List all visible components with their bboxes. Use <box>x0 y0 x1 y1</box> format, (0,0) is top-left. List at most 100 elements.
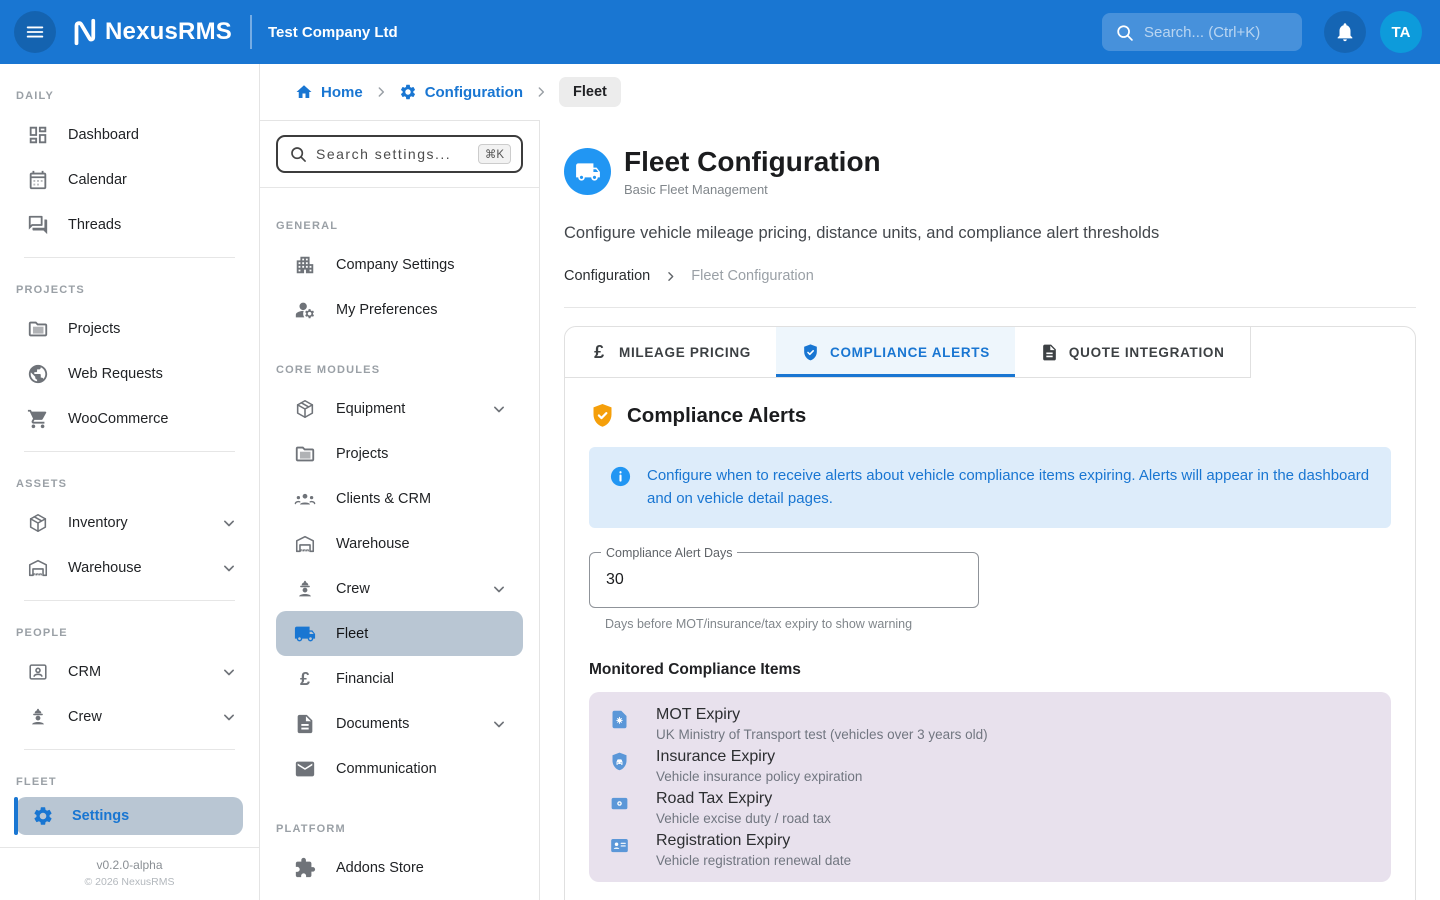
fleet-truck-badge <box>564 148 611 195</box>
user-avatar[interactable]: TA <box>1380 11 1422 53</box>
sub-breadcrumb-current: Fleet Configuration <box>691 268 814 284</box>
field-helper-text: Days before MOT/insurance/tax expiry to … <box>605 617 1391 631</box>
compliance-item-description: UK Ministry of Transport test (vehicles … <box>656 727 988 742</box>
bell-icon <box>1334 21 1356 43</box>
keyboard-shortcut-chip: ⌘K <box>478 144 511 164</box>
document-icon <box>294 713 316 735</box>
primary-sidebar: DAILY Dashboard Calendar Threads PROJECTS Pro… <box>0 64 260 900</box>
sidebar-bottom: Settings v0.2.0-alpha © 2026 NexusRMS <box>0 789 259 900</box>
settings-item-communication[interactable]: Communication <box>276 746 523 791</box>
settings-item-my-preferences[interactable]: My Preferences <box>276 287 523 332</box>
monitored-items-heading: Monitored Compliance Items <box>589 661 1391 679</box>
settings-search-input[interactable] <box>316 146 470 162</box>
sidebar-item-projects[interactable]: Projects <box>0 306 259 351</box>
sidebar-item-woocommerce[interactable]: WooCommerce <box>0 396 259 441</box>
tab-label: MILEAGE PRICING <box>619 345 751 360</box>
sidebar-item-web-requests[interactable]: Web Requests <box>0 351 259 396</box>
nav-section-label: GENERAL <box>260 188 539 242</box>
nav-item-label: Calendar <box>68 172 127 188</box>
tab-content: Compliance Alerts Configure when to rece… <box>565 378 1415 882</box>
sub-breadcrumb: Configuration Fleet Configuration <box>564 268 1416 284</box>
nav-item-label: Warehouse <box>68 560 142 576</box>
settings-item-warehouse[interactable]: Warehouse <box>276 521 523 566</box>
company-name: Test Company Ltd <box>268 24 398 41</box>
nav-item-label: Web Requests <box>68 366 163 382</box>
chevron-down-icon <box>489 399 509 419</box>
app-bar: NexusRMS Test Company Ltd TA <box>0 0 1440 64</box>
nav-section-label: PROJECTS <box>0 258 259 306</box>
brand-name: NexusRMS <box>105 18 232 46</box>
sidebar-item-crew[interactable]: Crew <box>0 694 259 739</box>
tab-label: QUOTE INTEGRATION <box>1069 345 1225 360</box>
settings-search[interactable]: ⌘K <box>276 135 523 173</box>
sub-breadcrumb-parent[interactable]: Configuration <box>564 268 650 284</box>
nav-item-label: CRM <box>68 664 101 680</box>
sidebar-item-calendar[interactable]: Calendar <box>0 157 259 202</box>
compliance-item-text: Registration ExpiryVehicle registration … <box>656 832 851 868</box>
compliance-item-registration-expiry: Registration ExpiryVehicle registration … <box>589 829 1391 871</box>
compliance-item-description: Vehicle registration renewal date <box>656 853 851 868</box>
sidebar-item-dashboard[interactable]: Dashboard <box>0 112 259 157</box>
sidebar-item-crm[interactable]: CRM <box>0 649 259 694</box>
settings-item-clients-crm[interactable]: Clients & CRM <box>276 476 523 521</box>
chevron-down-icon <box>489 714 509 734</box>
settings-item-fleet[interactable]: Fleet <box>276 611 523 656</box>
settings-item-financial[interactable]: £ Financial <box>276 656 523 701</box>
compliance-alert-days-input[interactable] <box>590 553 978 607</box>
chevron-down-icon <box>489 579 509 599</box>
sidebar-item-settings[interactable]: Settings <box>16 797 243 835</box>
settings-item-equipment[interactable]: Equipment <box>276 386 523 431</box>
sidebar-item-threads[interactable]: Threads <box>0 202 259 247</box>
tab-quote-integration[interactable]: QUOTE INTEGRATION <box>1015 327 1250 377</box>
settings-item-addons-store[interactable]: Addons Store <box>276 845 523 890</box>
main-content: Fleet Configuration Basic Fleet Manageme… <box>540 120 1440 900</box>
info-alert: Configure when to receive alerts about v… <box>589 447 1391 528</box>
settings-item-company-settings[interactable]: Company Settings <box>276 242 523 287</box>
tab-mileage-pricing[interactable]: £MILEAGE PRICING <box>565 327 776 377</box>
sidebar-item-warehouse[interactable]: Warehouse <box>0 545 259 590</box>
compliance-item-description: Vehicle excise duty / road tax <box>656 811 831 826</box>
chevron-down-icon <box>219 707 239 727</box>
global-search-input[interactable] <box>1144 24 1290 41</box>
sidebar-item-inventory[interactable]: Inventory <box>0 500 259 545</box>
mail-icon <box>294 758 316 780</box>
info-alert-text: Configure when to receive alerts about v… <box>647 464 1371 511</box>
notifications-button[interactable] <box>1324 11 1366 53</box>
chevron-down-icon <box>219 513 239 533</box>
global-search[interactable] <box>1102 13 1302 51</box>
nav-item-label: Projects <box>68 321 120 337</box>
body-row: DAILY Dashboard Calendar Threads PROJECTS Pro… <box>0 64 1440 900</box>
nav-item-label: Dashboard <box>68 127 139 143</box>
nav-item-label: WooCommerce <box>68 411 168 427</box>
compliance-item-insurance-expiry: Insurance ExpiryVehicle insurance policy… <box>589 745 1391 787</box>
company-building-icon <box>294 254 316 276</box>
breadcrumb: HomeConfigurationFleet <box>260 64 1440 120</box>
page-description: Configure vehicle mileage pricing, dista… <box>564 224 1416 243</box>
settings-item-projects[interactable]: Projects <box>276 431 523 476</box>
nav-section-label: PEOPLE <box>0 601 259 649</box>
tab-compliance-alerts[interactable]: COMPLIANCE ALERTS <box>776 327 1015 377</box>
nav-section-label: DAILY <box>0 64 259 112</box>
brand-logo[interactable]: NexusRMS <box>68 17 232 47</box>
nav-item-label: Warehouse <box>336 536 410 552</box>
chevron-down-icon <box>219 662 239 682</box>
pound-icon: £ <box>294 668 316 690</box>
projects-folder-icon <box>294 443 316 465</box>
nav-item-label: Equipment <box>336 401 405 417</box>
dashboard-icon <box>27 124 49 146</box>
nav-section-label: PLATFORM <box>260 791 539 845</box>
settings-item-crew[interactable]: Crew <box>276 566 523 611</box>
compliance-item-description: Vehicle insurance policy expiration <box>656 769 862 784</box>
nav-section-label: CORE MODULES <box>260 332 539 386</box>
nav-item-label: Financial <box>336 671 394 687</box>
menu-button[interactable] <box>14 11 56 53</box>
equipment-box-icon <box>294 398 316 420</box>
copyright: © 2026 NexusRMS <box>16 876 243 888</box>
field-label: Compliance Alert Days <box>601 546 737 560</box>
settings-item-documents[interactable]: Documents <box>276 701 523 746</box>
chevron-right-icon <box>533 84 549 100</box>
nav-item-label: My Preferences <box>336 302 438 318</box>
compliance-item-text: Road Tax ExpiryVehicle excise duty / roa… <box>656 790 831 826</box>
breadcrumb-link-home[interactable]: Home <box>295 83 363 101</box>
breadcrumb-link-configuration[interactable]: Configuration <box>399 83 523 101</box>
